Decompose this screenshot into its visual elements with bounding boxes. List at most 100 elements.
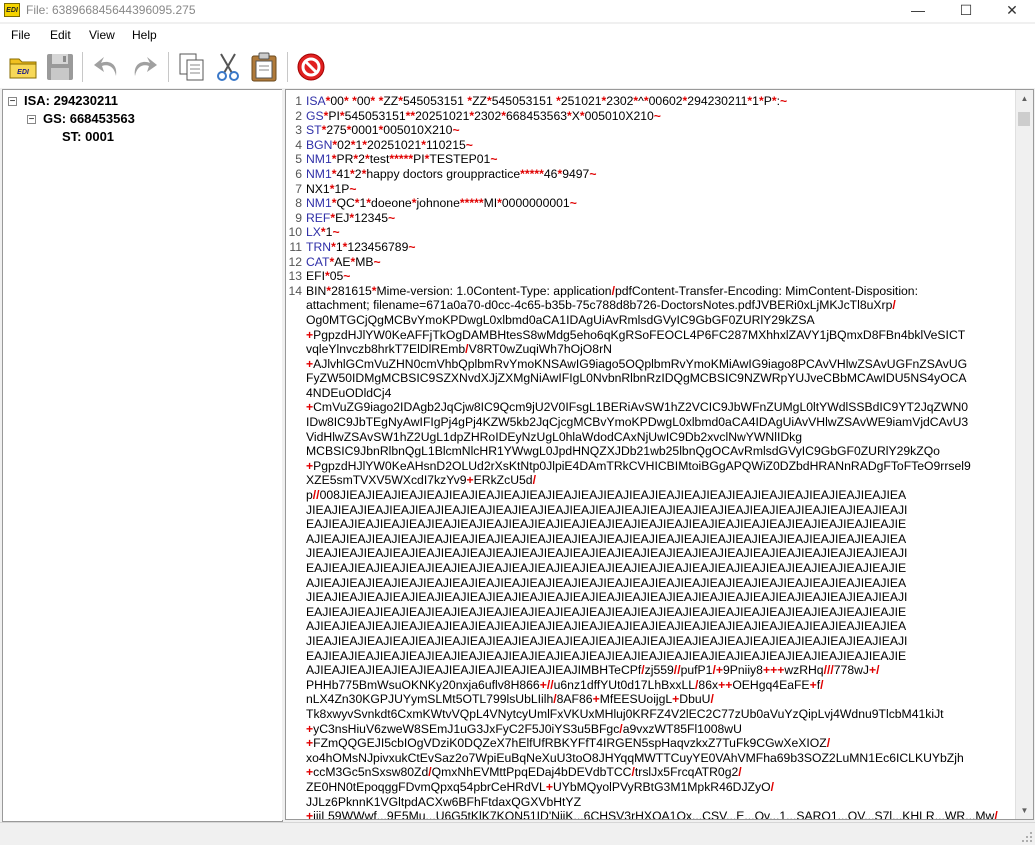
title-bar: EDI File: 638966845644396095.275 — ☐ ✕ [0, 0, 1035, 22]
open-folder-icon[interactable]: EDI [8, 51, 40, 83]
line-text: +ccM3Gc5nSxsw80Zd/QmxNhEVMttPpqEDaj4bDEV… [306, 765, 742, 780]
redo-icon[interactable] [128, 51, 160, 83]
segment-id: NM1 [306, 196, 332, 211]
line-text: EAJIEAJIEAJIEAJIEAJIEAJIEAJIEAJIEAJIEAJI… [306, 517, 907, 532]
line-text: XZE5smTVXV5WXcdI7kzYv9+ERkZcU5d/ [306, 473, 536, 488]
line-text: VidHlwZSAvSW1hZ2UgL1dpZHRoIDEyNzUgL0hlaW… [306, 429, 803, 444]
line-number: 2 [295, 108, 302, 123]
editor-line: 12 CAT*AE*MB~ [286, 255, 1014, 270]
resize-grip-icon[interactable] [1021, 831, 1033, 843]
menu-view[interactable]: View [89, 28, 115, 42]
editor-line: 1 ISA*00* *00* *ZZ*545053151 *ZZ*54505315… [286, 94, 1014, 109]
line-text: MCBSIC9JbnRlbnQgL1BlcmNlcHR1YWwgL0JpdHNQ… [306, 444, 940, 459]
paste-icon[interactable] [248, 51, 280, 83]
editor-line: 2 GS*PI*545053151**20251021*2302*66845356… [286, 109, 1014, 124]
line-text: nLX4Zn30KGPJUYymSLMt5OTL799lsUbLIilh/8AF… [306, 692, 714, 707]
line-text: JIEAJIEAJIEAJIEAJIEAJIEAJIEAJIEAJIEAJIEA… [306, 546, 908, 561]
line-text: LX*1~ [306, 225, 340, 240]
line-number: 9 [295, 210, 302, 225]
line-number: 11 [289, 239, 302, 254]
segment-id: GS [306, 108, 324, 123]
line-text: +FZmQQGEJI5cbIOgVDziK0DQZeX7hElfUfRBKYFf… [306, 736, 831, 751]
tree-node-isa[interactable]: ISA: 294230211 [24, 93, 118, 108]
isa-collapse-toggle[interactable]: − [8, 97, 17, 107]
line-text: JIEAJIEAJIEAJIEAJIEAJIEAJIEAJIEAJIEAJIEA… [306, 633, 908, 648]
line-text: ST*275*0001*005010X210~ [306, 123, 460, 138]
segment-id: ST [306, 123, 322, 138]
editor-line: +ccM3Gc5nSxsw80Zd/QmxNhEVMttPpqEDaj4bDEV… [286, 765, 1014, 780]
window-title: File: 638966845644396095.275 [26, 3, 196, 17]
line-number: 4 [295, 137, 302, 152]
editor-line: EAJIEAJIEAJIEAJIEAJIEAJIEAJIEAJIEAJIEAJI… [286, 561, 1014, 576]
vertical-scrollbar[interactable]: ▲ ▼ [1015, 90, 1033, 819]
line-text: REF*EJ*12345~ [306, 210, 396, 225]
scroll-up-icon[interactable]: ▲ [1016, 90, 1033, 107]
segment-id: TRN [306, 239, 332, 254]
minimize-button[interactable]: — [895, 0, 941, 22]
menu-file[interactable]: File [11, 28, 30, 42]
line-number: 13 [288, 269, 302, 284]
editor-line: AJIEAJIEAJIEAJIEAJIEAJIEAJIEAJIEAJIEAJIE… [286, 619, 1014, 634]
tree-node-st[interactable]: ST: 0001 [62, 129, 114, 144]
toolbar: EDI [0, 46, 1035, 88]
stop-icon[interactable] [295, 51, 327, 83]
editor-line: ZE0HN0tEpoqggFDvmQpxq54pbrCeHRdVL+UYbMQy… [286, 780, 1014, 795]
line-text: GS*PI*545053151**20251021*2302*668453563… [306, 108, 661, 123]
save-icon[interactable] [44, 51, 76, 83]
line-number: 3 [295, 123, 302, 138]
editor-line: 7 NX1*1P~ [286, 182, 1014, 197]
editor-line: AJIEAJIEAJIEAJIEAJIEAJIEAJIEAJIEAJIEAJIE… [286, 663, 1014, 678]
cut-icon[interactable] [212, 51, 244, 83]
close-button[interactable]: ✕ [989, 0, 1035, 22]
line-text: +PgpzdHJlYW0KeAFFjTkOgDAMBHtesS8wMdg5eho… [306, 327, 966, 342]
editor-line: 14 BIN*281615*Mime-version: 1.0Content-Ty… [286, 284, 1014, 299]
editor-line: +CmVuZG9iago2IDAgb2JqCjw8IC9Qcm9jU2V0IFs… [286, 400, 1014, 415]
line-text: ZE0HN0tEpoqggFDvmQpxq54pbrCeHRdVL+UYbMQy… [306, 779, 774, 794]
segment-id: ISA [306, 94, 326, 108]
scroll-thumb[interactable] [1018, 112, 1030, 126]
line-text: AJIEAJIEAJIEAJIEAJIEAJIEAJIEAJIEAJIEAJIE… [306, 575, 907, 590]
gs-collapse-toggle[interactable]: − [27, 115, 36, 125]
editor-line: nLX4Zn30KGPJUYymSLMt5OTL799lsUbLIilh/8AF… [286, 692, 1014, 707]
line-text: vqleYlnvczb8hrkT7ElDlREmb/V8RT0wZuqiWh7h… [306, 342, 612, 357]
editor-line: PHHb775BmWsuOKNKy20nxja6uflv8H866+//u6nz… [286, 678, 1014, 693]
editor-line: 11 TRN*1*123456789~ [286, 240, 1014, 255]
menu-help[interactable]: Help [132, 28, 157, 42]
segment-id: REF [306, 210, 331, 225]
line-text: EAJIEAJIEAJIEAJIEAJIEAJIEAJIEAJIEAJIEAJI… [306, 604, 907, 619]
editor-content[interactable]: 1 ISA*00* *00* *ZZ*545053151 *ZZ*54505315… [286, 94, 1014, 819]
line-text: CAT*AE*MB~ [306, 254, 381, 269]
editor-line: 5 NM1*PR*2*test*****PI*TESTEP01~ [286, 152, 1014, 167]
maximize-button[interactable]: ☐ [943, 0, 989, 22]
editor-line: 3 ST*275*0001*005010X210~ [286, 123, 1014, 138]
line-text: EAJIEAJIEAJIEAJIEAJIEAJIEAJIEAJIEAJIEAJI… [306, 561, 907, 575]
editor-line: 8 NM1*QC*1*doeone*johnone*****MI*00000000… [286, 196, 1014, 211]
line-text: Og0MTGCjQgMCBvYmoKPDwgL0xlbmd0aCA1IDAgUi… [306, 312, 815, 327]
line-text: NM1*41*2*happy doctors grouppractice****… [306, 166, 597, 181]
editor-line: +PgpzdHJlYW0KeAHsnD2OLUd2rXsKtNtp0JlpiE4… [286, 459, 1014, 474]
scroll-down-icon[interactable]: ▼ [1016, 802, 1033, 819]
line-text: Tk8xwyvSvnkdt6CxmKWtvVQpL4VNytcyUmlFxVKU… [306, 706, 944, 721]
line-text: +CmVuZG9iago2IDAgb2JqCjw8IC9Qcm9jU2V0IFs… [306, 400, 969, 415]
editor-line: 9 REF*EJ*12345~ [286, 211, 1014, 226]
segment-id: NM1 [306, 152, 332, 167]
editor-line: MCBSIC9JbnRlbnQgL1BlcmNlcHR1YWwgL0JpdHNQ… [286, 444, 1014, 459]
editor-line: xo4hOMsNJpivxukCtEvSaz2o7WpiEuBqNeXuU3to… [286, 751, 1014, 766]
editor-line: vqleYlnvczb8hrkT7ElDlREmb/V8RT0wZuqiWh7h… [286, 342, 1014, 357]
line-number: 12 [288, 254, 302, 269]
line-text: NM1*QC*1*doeone*johnone*****MI*000000000… [306, 196, 577, 211]
editor-line: AJIEAJIEAJIEAJIEAJIEAJIEAJIEAJIEAJIEAJIE… [286, 532, 1014, 547]
undo-icon[interactable] [91, 51, 123, 83]
editor-line: p//008JIEAJIEAJIEAJIEAJIEAJIEAJIEAJIEAJI… [286, 488, 1014, 503]
line-text: +AJlvhlGCmVuZHN0cmVhbQplbmRvYmoKNSAwIG9i… [306, 356, 968, 371]
editor-line: 13 EFI*05~ [286, 269, 1014, 284]
tree-node-gs[interactable]: GS: 668453563 [43, 111, 135, 126]
line-number: 8 [295, 196, 302, 211]
copy-icon[interactable] [176, 51, 208, 83]
menu-edit[interactable]: Edit [50, 28, 71, 42]
menu-bar: File Edit View Help [0, 24, 1035, 46]
segment-id: CAT [306, 254, 330, 269]
edi-editor[interactable]: 1 ISA*00* *00* *ZZ*545053151 *ZZ*54505315… [285, 89, 1034, 820]
line-text: TRN*1*123456789~ [306, 239, 416, 254]
editor-line: +AJlvhlGCmVuZHN0cmVhbQplbmRvYmoKNSAwIG9i… [286, 357, 1014, 372]
